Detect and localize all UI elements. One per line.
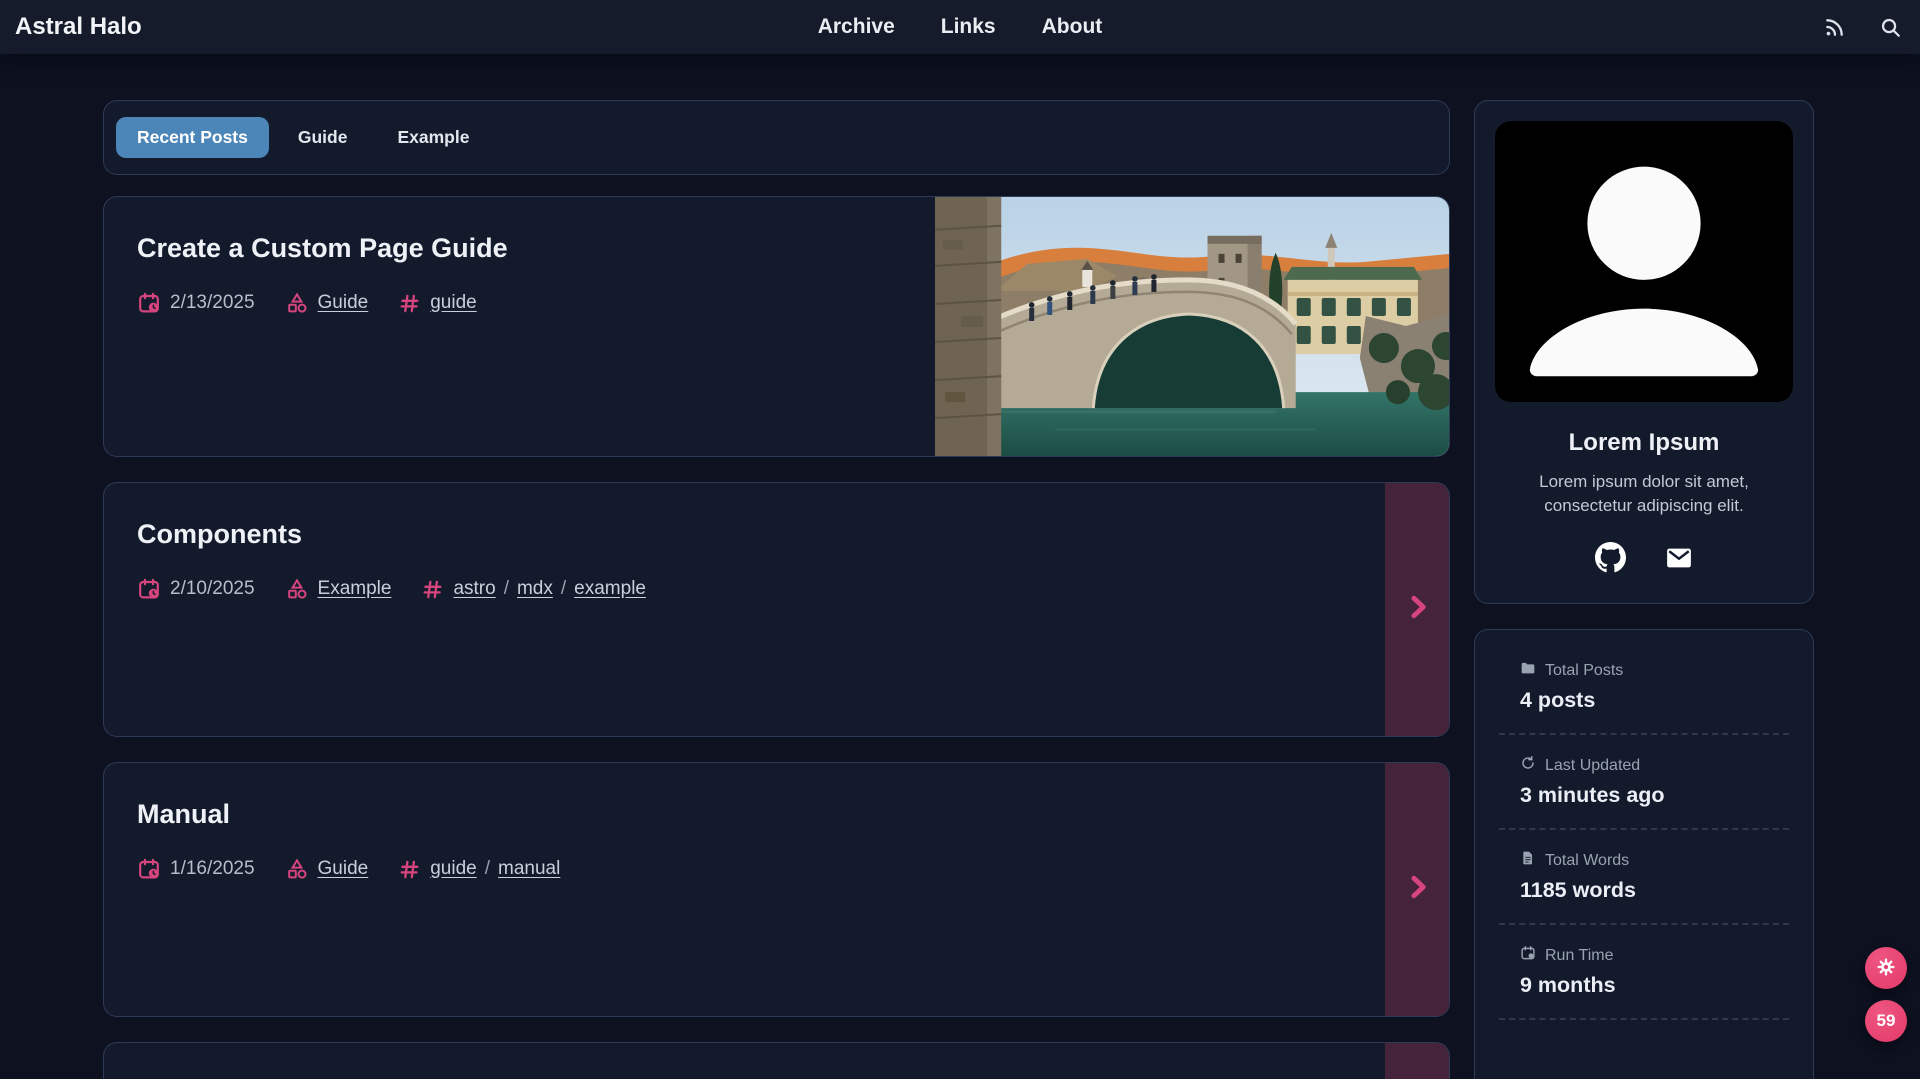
stat-total-words: Total Words 1185 words [1491,850,1797,903]
stat-label: Total Words [1545,852,1629,870]
tab-example[interactable]: Example [376,117,490,158]
post-date: 2/10/2025 [137,577,255,601]
calendar-clock-icon [137,291,161,315]
tag-link[interactable]: example [574,578,646,600]
post-date: 1/16/2025 [137,857,255,881]
post-tags: guide [398,292,477,315]
divider [1499,733,1789,735]
calendar-icon [1520,945,1536,966]
tag-link[interactable]: mdx [517,578,553,600]
category-link[interactable]: Guide [318,858,369,880]
stat-label: Run Time [1545,947,1613,965]
divider [1499,828,1789,830]
refresh-icon [1520,755,1536,776]
site-stats-card: Total Posts 4 posts Last Updated 3 minut… [1474,629,1814,1079]
calendar-clock-icon [137,577,161,601]
tag-link[interactable]: guide [430,292,477,314]
stat-value: 1185 words [1520,878,1797,903]
stat-value: 3 minutes ago [1520,783,1797,808]
main-column: Recent Posts Guide Example Create a Cust… [103,100,1450,1079]
post-category: Example [285,577,392,601]
stat-label: Total Posts [1545,662,1623,680]
nav-link-archive[interactable]: Archive [818,15,895,39]
stat-value: 9 months [1520,973,1797,998]
hash-icon [398,858,421,881]
post-open-strip[interactable] [1385,1042,1450,1079]
post-category: Guide [285,857,369,881]
stat-run-time: Run Time 9 months [1491,945,1797,998]
post-meta: 2/13/2025 Guide [137,291,1449,315]
nav-link-about[interactable]: About [1042,15,1103,39]
post-info: Create a Custom Page Guide 2/13/2025 [104,197,1449,315]
profile-card: Lorem Ipsum Lorem ipsum dolor sit amet, … [1474,100,1814,604]
category-shapes-icon [285,857,309,881]
category-shapes-icon [285,577,309,601]
profile-name: Lorem Ipsum [1495,429,1793,457]
scroll-progress-fab[interactable]: 59 [1865,1000,1907,1042]
post-card[interactable]: Create a Custom Page Guide 2/13/2025 [103,196,1450,457]
post-card[interactable]: Components 2/10/2025 [103,482,1450,737]
stat-value: 4 posts [1520,688,1797,713]
post-meta: 2/10/2025 Example [137,577,1449,601]
profile-social-links [1495,542,1793,573]
nav-actions [1823,16,1904,39]
search-icon[interactable] [1879,16,1902,39]
tab-guide[interactable]: Guide [277,117,369,158]
post-card[interactable] [103,1042,1450,1079]
settings-fab[interactable] [1865,947,1907,989]
divider [1499,923,1789,925]
hash-icon [421,578,444,601]
post-meta: 1/16/2025 Guide [137,857,1449,881]
post-date: 2/13/2025 [137,291,255,315]
github-icon[interactable] [1595,542,1626,573]
tag-link[interactable]: astro [453,578,495,600]
folder-icon [1520,660,1536,681]
nav-link-links[interactable]: Links [941,15,996,39]
post-category: Guide [285,291,369,315]
post-card[interactable]: Manual 1/16/2025 [103,762,1450,1017]
post-tags: guide manual [398,858,560,881]
stat-label: Last Updated [1545,757,1640,775]
navbar: Astral Halo Archive Links About [0,0,1920,54]
post-title: Create a Custom Page Guide [137,233,1449,264]
gear-icon [1876,957,1896,980]
site-title[interactable]: Astral Halo [15,13,142,41]
tag-separator [561,578,566,600]
email-icon[interactable] [1664,543,1694,573]
divider [1499,1018,1789,1020]
post-title: Components [137,519,1449,550]
post-title: Manual [137,799,1449,830]
post-info: Manual 1/16/2025 [104,763,1449,881]
avatar [1495,121,1793,402]
category-link[interactable]: Example [318,578,392,600]
nav-links: Archive Links About [818,0,1103,54]
post-info: Components 2/10/2025 [104,483,1449,601]
document-icon [1520,850,1536,871]
sidebar: Lorem Ipsum Lorem ipsum dolor sit amet, … [1474,100,1814,1079]
tab-recent-posts[interactable]: Recent Posts [116,117,269,158]
calendar-clock-icon [137,857,161,881]
post-tags: astro mdx example [421,578,646,601]
category-shapes-icon [285,291,309,315]
page-layout: Recent Posts Guide Example Create a Cust… [0,54,1920,1079]
tag-link[interactable]: manual [498,858,560,880]
post-filter-tabs: Recent Posts Guide Example [103,100,1450,175]
tag-separator [504,578,509,600]
stat-last-updated: Last Updated 3 minutes ago [1491,755,1797,808]
rss-icon[interactable] [1823,16,1846,39]
category-link[interactable]: Guide [318,292,369,314]
tag-link[interactable]: guide [430,858,477,880]
stat-total-posts: Total Posts 4 posts [1491,660,1797,713]
profile-bio: Lorem ipsum dolor sit amet, consectetur … [1518,470,1770,518]
hash-icon [398,292,421,315]
tag-separator [485,858,490,880]
person-silhouette-icon [1495,121,1793,402]
